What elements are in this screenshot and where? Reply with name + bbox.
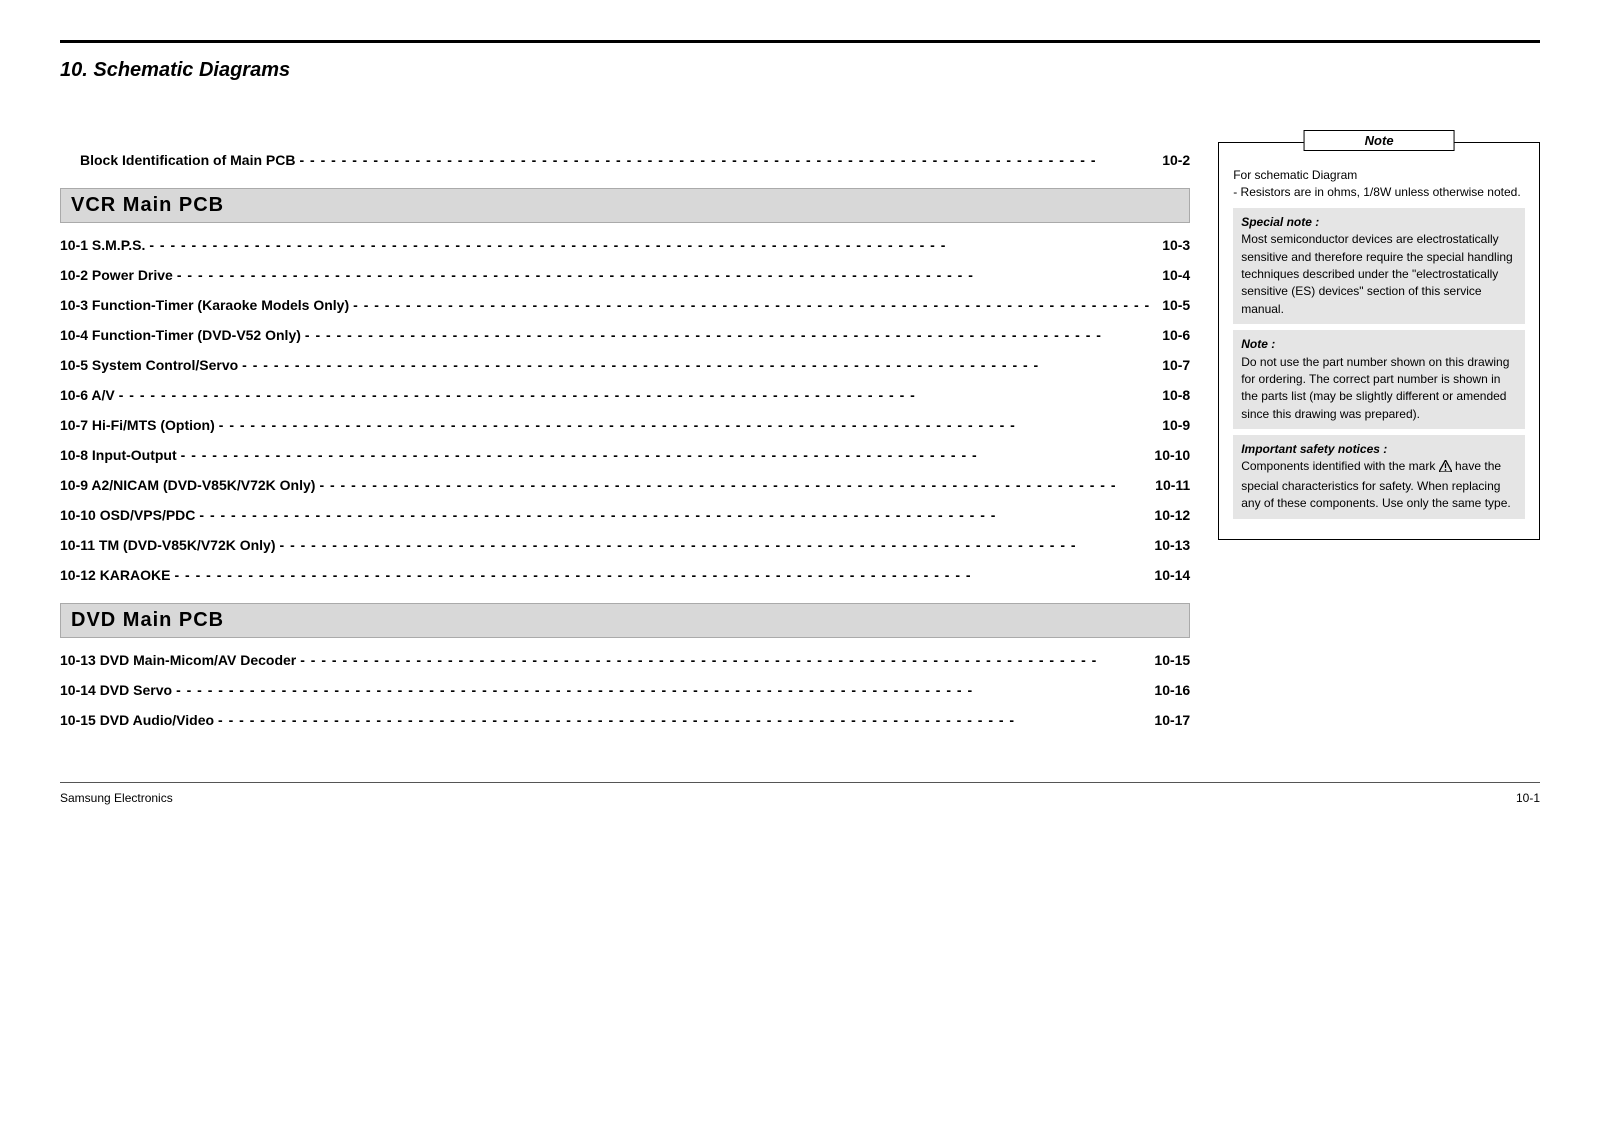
note-special: Special note : Most semiconductor device… (1233, 208, 1525, 324)
toc-page: 10-7 (1154, 357, 1190, 373)
toc-leader (276, 537, 1147, 553)
toc-leader (170, 567, 1146, 583)
toc-label: 10-4 Function-Timer (DVD-V52 Only) (60, 327, 301, 343)
toc-page: 10-6 (1154, 327, 1190, 343)
toc-entry: 10-6 A/V 10-8 (60, 387, 1190, 403)
toc-label: 10-9 A2/NICAM (DVD-V85K/V72K Only) (60, 477, 315, 493)
toc-page: 10-10 (1146, 447, 1190, 463)
toc-page: 10-3 (1154, 237, 1190, 253)
warning-icon (1439, 460, 1452, 477)
toc-leader (301, 327, 1154, 343)
toc-page: 10-12 (1146, 507, 1190, 523)
toc-entry: 10-1 S.M.P.S. 10-3 (60, 237, 1190, 253)
toc-page: 10-16 (1146, 682, 1190, 698)
note-box: Note For schematic Diagram - Resistors a… (1218, 142, 1540, 540)
toc-entry: 10-5 System Control/Servo 10-7 (60, 357, 1190, 373)
table-of-contents: Block Identification of Main PCB 10-2 VC… (60, 138, 1190, 742)
toc-entry: Block Identification of Main PCB 10-2 (60, 152, 1190, 168)
toc-label: 10-15 DVD Audio/Video (60, 712, 214, 728)
toc-leader (215, 417, 1154, 433)
toc-page: 10-8 (1154, 387, 1190, 403)
toc-page: 10-4 (1154, 267, 1190, 283)
toc-leader (315, 477, 1147, 493)
toc-label: 10-12 KARAOKE (60, 567, 170, 583)
toc-label: 10-11 TM (DVD-V85K/V72K Only) (60, 537, 276, 553)
toc-leader (172, 682, 1146, 698)
toc-label: 10-5 System Control/Servo (60, 357, 238, 373)
toc-entry: 10-2 Power Drive 10-4 (60, 267, 1190, 283)
toc-entry: 10-13 DVD Main-Micom/AV Decoder 10-15 (60, 652, 1190, 668)
toc-leader (195, 507, 1146, 523)
toc-page: 10-14 (1146, 567, 1190, 583)
toc-page: 10-9 (1154, 417, 1190, 433)
toc-entry: 10-7 Hi-Fi/MTS (Option) 10-9 (60, 417, 1190, 433)
footer-left: Samsung Electronics (60, 791, 173, 805)
note-partnumber: Note : Do not use the part number shown … (1233, 330, 1525, 429)
toc-page: 10-5 (1154, 297, 1190, 313)
note-intro: For schematic Diagram - Resistors are in… (1233, 167, 1525, 202)
toc-entry: 10-10 OSD/VPS/PDC 10-12 (60, 507, 1190, 523)
toc-label: 10-1 S.M.P.S. (60, 237, 145, 253)
toc-leader (177, 447, 1147, 463)
toc-page: 10-2 (1154, 152, 1190, 168)
toc-label: 10-10 OSD/VPS/PDC (60, 507, 195, 523)
toc-entry: 10-8 Input-Output 10-10 (60, 447, 1190, 463)
toc-page: 10-13 (1146, 537, 1190, 553)
page-footer: Samsung Electronics 10-1 (60, 782, 1540, 805)
toc-entry: 10-9 A2/NICAM (DVD-V85K/V72K Only) 10-11 (60, 477, 1190, 493)
toc-leader (296, 652, 1146, 668)
toc-label: 10-2 Power Drive (60, 267, 173, 283)
toc-entry: 10-11 TM (DVD-V85K/V72K Only) 10-13 (60, 537, 1190, 553)
toc-page: 10-15 (1146, 652, 1190, 668)
toc-page: 10-17 (1146, 712, 1190, 728)
toc-entry: 10-14 DVD Servo 10-16 (60, 682, 1190, 698)
toc-leader (214, 712, 1146, 728)
chapter-title: 10. Schematic Diagrams (60, 53, 1540, 88)
note-safety: Important safety notices : Components id… (1233, 435, 1525, 519)
toc-label: 10-8 Input-Output (60, 447, 177, 463)
toc-section-header: VCR Main PCB (60, 188, 1190, 223)
note-tab: Note (1304, 130, 1455, 151)
toc-leader (145, 237, 1154, 253)
toc-leader (295, 152, 1154, 168)
toc-entry: 10-4 Function-Timer (DVD-V52 Only) 10-6 (60, 327, 1190, 343)
toc-entry: 10-12 KARAOKE 10-14 (60, 567, 1190, 583)
toc-label: 10-7 Hi-Fi/MTS (Option) (60, 417, 215, 433)
toc-leader (349, 297, 1154, 313)
toc-label: 10-14 DVD Servo (60, 682, 172, 698)
toc-label: 10-13 DVD Main-Micom/AV Decoder (60, 652, 296, 668)
toc-label: 10-6 A/V (60, 387, 115, 403)
toc-page: 10-11 (1147, 477, 1190, 493)
toc-leader (173, 267, 1154, 283)
toc-section-header: DVD Main PCB (60, 603, 1190, 638)
toc-leader (238, 357, 1154, 373)
toc-entry: 10-3 Function-Timer (Karaoke Models Only… (60, 297, 1190, 313)
footer-right: 10-1 (1516, 791, 1540, 805)
toc-label: 10-3 Function-Timer (Karaoke Models Only… (60, 297, 349, 313)
toc-entry: 10-15 DVD Audio/Video 10-17 (60, 712, 1190, 728)
toc-leader (115, 387, 1154, 403)
toc-label: Block Identification of Main PCB (80, 152, 295, 168)
